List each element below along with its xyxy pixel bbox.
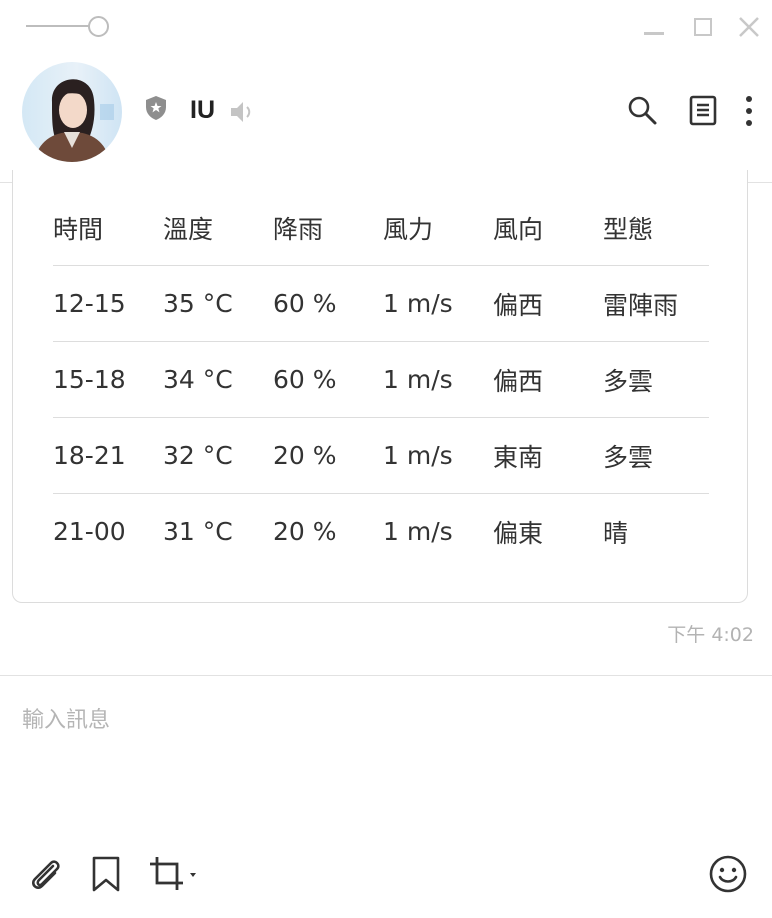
table-row: 18-21 32 °C 20 % 1 m/s 東南 多雲 — [53, 417, 709, 494]
table-cell: 雷陣雨 — [603, 265, 709, 342]
table-row: 21-00 31 °C 20 % 1 m/s 偏東 晴 — [53, 494, 709, 570]
column-header: 風向 — [493, 190, 603, 266]
opacity-slider[interactable] — [26, 14, 112, 38]
table-header-row: 時間 溫度 降雨 風力 風向 型態 — [53, 190, 709, 266]
table-cell: 1 m/s — [383, 517, 453, 546]
close-icon[interactable] — [738, 16, 760, 38]
slider-track — [26, 25, 90, 27]
table-cell: 18-21 — [53, 417, 163, 494]
table-cell: 20 % — [273, 417, 383, 494]
bookmark-icon[interactable] — [88, 854, 128, 894]
table-cell: 60 % — [273, 341, 383, 418]
speaker-icon[interactable] — [229, 99, 255, 125]
table-cell: 多雲 — [603, 417, 709, 494]
table-cell: 晴 — [603, 518, 629, 548]
table-cell: 60 % — [273, 265, 383, 342]
input-divider — [0, 675, 772, 676]
avatar-photo — [34, 79, 114, 162]
slider-knob[interactable] — [88, 16, 109, 37]
notes-icon[interactable] — [687, 94, 719, 126]
search-icon[interactable] — [626, 94, 658, 126]
column-header: 時間 — [53, 190, 163, 266]
table-cell: 偏西 — [493, 341, 603, 418]
minimize-icon[interactable] — [643, 16, 665, 38]
table-cell: 34 °C — [163, 341, 273, 418]
message-timestamp: 下午 4:02 — [667, 624, 754, 646]
table-row: 12-15 35 °C 60 % 1 m/s 偏西 雷陣雨 — [53, 265, 709, 342]
emoji-icon[interactable] — [708, 854, 748, 894]
weather-table: 時間 溫度 降雨 風力 風向 型態 12-15 35 °C 60 % 1 m/s… — [53, 190, 709, 569]
table-cell: 31 °C — [163, 517, 233, 546]
paperclip-icon[interactable] — [26, 854, 66, 894]
column-header: 風力 — [383, 190, 493, 266]
more-vertical-icon[interactable] — [741, 94, 772, 126]
maximize-icon[interactable] — [692, 16, 714, 38]
table-cell: 1 m/s — [383, 417, 493, 494]
crop-icon[interactable] — [148, 854, 206, 894]
table-cell: 偏西 — [493, 265, 603, 342]
table-cell: 1 m/s — [383, 265, 493, 342]
column-header: 型態 — [603, 190, 709, 266]
avatar[interactable] — [22, 62, 122, 162]
message-card: 時間 溫度 降雨 風力 風向 型態 12-15 35 °C 60 % 1 m/s… — [12, 170, 748, 603]
table-cell: 21-00 — [53, 517, 126, 546]
table-cell: 20 % — [273, 517, 337, 546]
contact-name: IU — [190, 96, 215, 124]
column-header: 降雨 — [273, 190, 383, 266]
table-cell: 東南 — [493, 417, 603, 494]
message-input[interactable] — [22, 700, 742, 740]
column-header: 溫度 — [163, 190, 273, 266]
table-cell: 35 °C — [163, 265, 273, 342]
table-row: 15-18 34 °C 60 % 1 m/s 偏西 多雲 — [53, 341, 709, 418]
table-cell: 多雲 — [603, 341, 709, 418]
table-cell: 12-15 — [53, 265, 163, 342]
table-cell: 32 °C — [163, 417, 273, 494]
shield-star-icon[interactable] — [144, 95, 168, 121]
table-cell: 偏東 — [493, 518, 544, 548]
table-cell: 15-18 — [53, 341, 163, 418]
table-cell: 1 m/s — [383, 341, 493, 418]
